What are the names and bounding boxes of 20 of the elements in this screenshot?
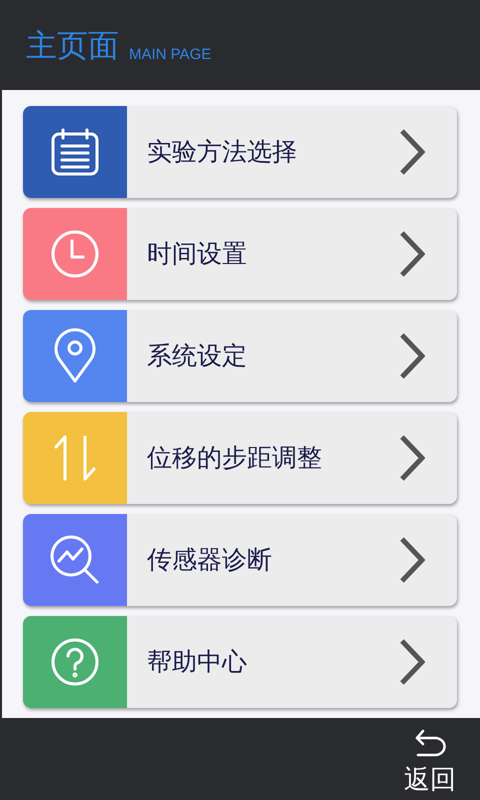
chart-search-icon	[49, 534, 101, 586]
chevron-right-icon	[399, 638, 425, 686]
page-subtitle: MAIN PAGE	[129, 47, 212, 62]
menu-item[interactable]: 位移的步距调整	[23, 412, 457, 504]
chevron-right-icon	[399, 434, 425, 482]
location-pin-icon	[53, 328, 97, 384]
page-title: 主页面	[26, 31, 119, 62]
clock-icon	[50, 229, 100, 279]
chevron-right-icon	[399, 332, 425, 380]
chevron-right-icon	[399, 128, 425, 176]
menu-item[interactable]: 时间设置	[23, 208, 457, 300]
notepad-icon	[49, 126, 101, 178]
back-button[interactable]: 返回	[404, 718, 456, 800]
menu-item[interactable]: 系统设定	[23, 310, 457, 402]
menu-item[interactable]: 传感器诊断	[23, 514, 457, 606]
help-icon	[50, 637, 100, 687]
menu-item[interactable]: 实验方法选择	[23, 106, 457, 198]
chevron-right-icon	[399, 230, 425, 278]
menu-item[interactable]: 帮助中心	[23, 616, 457, 708]
chevron-right-icon	[399, 536, 425, 584]
